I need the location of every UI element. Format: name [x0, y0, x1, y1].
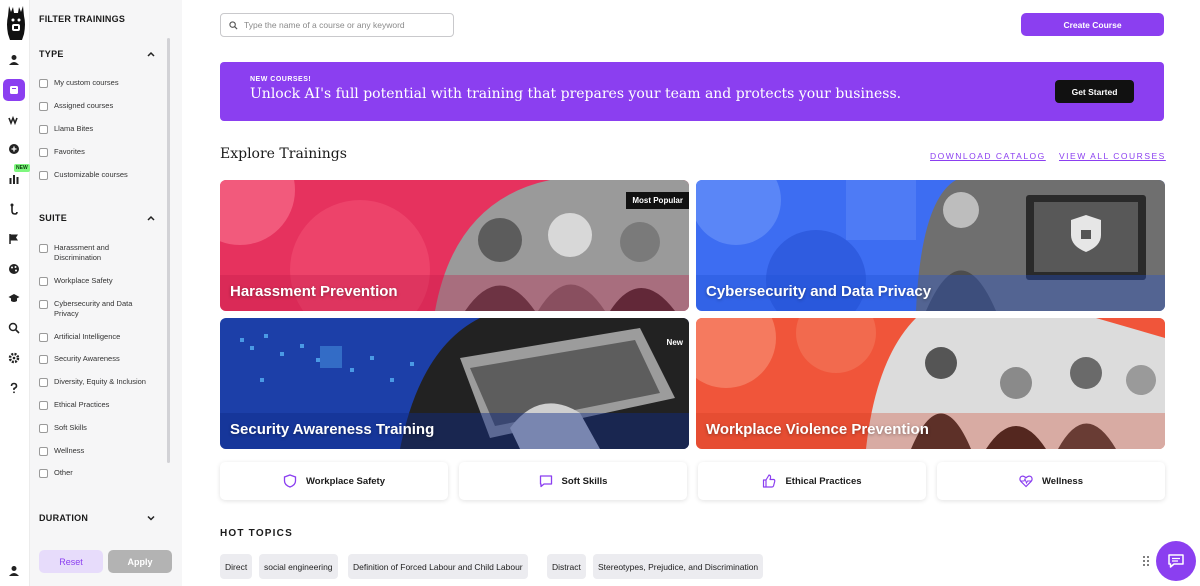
flag-icon[interactable] [3, 228, 25, 250]
checkbox[interactable] [39, 333, 48, 342]
filter-option-cybersecurity[interactable]: Cybersecurity and Data Privacy [39, 299, 159, 319]
type-section-heading[interactable]: TYPE [39, 49, 159, 59]
banner-text: Unlock AI's full potential with training… [250, 86, 902, 102]
heart-pulse-icon [1019, 475, 1033, 488]
chevron-up-icon[interactable] [146, 213, 156, 223]
category-soft-skills[interactable]: Soft Skills [459, 462, 687, 500]
filter-option-ai[interactable]: Artificial Intelligence [39, 332, 159, 342]
card-title: Workplace Violence Prevention [706, 421, 929, 438]
filter-option-assigned-courses[interactable]: Assigned courses [39, 101, 159, 111]
hot-topic-tag[interactable]: Direct [220, 554, 253, 579]
hot-topic-tag[interactable]: Definition of Forced Labour and Child La… [348, 554, 528, 579]
checkbox[interactable] [39, 277, 48, 286]
filter-option-customizable-courses[interactable]: Customizable courses [39, 170, 159, 180]
search-icon [229, 20, 238, 30]
banner-kicker: NEW COURSES! [250, 76, 312, 83]
courses-icon[interactable] [3, 79, 25, 101]
filter-option-favorites[interactable]: Favorites [39, 147, 159, 157]
graduation-icon[interactable] [3, 287, 25, 309]
add-icon[interactable] [3, 138, 25, 160]
llama-logo-icon[interactable] [3, 4, 29, 42]
filter-option-dei[interactable]: Diversity, Equity & Inclusion [39, 377, 159, 387]
get-started-button[interactable]: Get Started [1055, 80, 1134, 103]
course-card-security-awareness[interactable]: New Security Awareness Training [220, 318, 689, 449]
chevron-up-icon[interactable] [146, 49, 156, 59]
create-course-button[interactable]: Create Course [1021, 13, 1164, 36]
course-card-harassment[interactable]: Most Popular Harassment Prevention [220, 180, 689, 311]
view-all-courses-link[interactable]: VIEW ALL COURSES [1059, 151, 1166, 161]
filter-option-soft-skills[interactable]: Soft Skills [39, 423, 159, 433]
suite-section-heading[interactable]: SUITE [39, 213, 159, 223]
card-title: Cybersecurity and Data Privacy [706, 283, 932, 300]
checkbox[interactable] [39, 171, 48, 180]
chevron-down-icon[interactable] [146, 513, 156, 523]
category-workplace-safety[interactable]: Workplace Safety [220, 462, 448, 500]
filter-option-security-awareness[interactable]: Security Awareness [39, 354, 159, 364]
help-icon[interactable] [3, 377, 25, 399]
drag-handle-icon[interactable] [1142, 555, 1150, 567]
checkbox[interactable] [39, 79, 48, 88]
checkbox[interactable] [39, 447, 48, 456]
icon-rail: NEW [0, 0, 30, 586]
checkbox[interactable] [39, 355, 48, 364]
card-title: Harassment Prevention [230, 283, 398, 300]
hot-topics-title: HOT TOPICS [220, 528, 293, 539]
new-badge: New [666, 338, 683, 347]
llama-bites-icon[interactable] [3, 109, 25, 131]
filter-panel: FILTER TRAININGS TYPE My custom courses … [30, 0, 182, 586]
filter-title: FILTER TRAININGS [39, 14, 126, 24]
thumbs-up-icon [763, 474, 776, 488]
checkbox[interactable] [39, 300, 48, 309]
filter-option-wellness[interactable]: Wellness [39, 446, 159, 456]
most-popular-badge: Most Popular [626, 192, 689, 209]
search-input[interactable] [244, 20, 444, 30]
filter-option-harassment[interactable]: Harassment and Discrimination [39, 243, 159, 263]
palette-icon[interactable] [3, 258, 25, 280]
filter-scrollbar[interactable] [167, 38, 170, 463]
settings-icon[interactable] [3, 347, 25, 369]
checkbox[interactable] [39, 378, 48, 387]
chat-bubble-icon [539, 475, 552, 488]
hot-topic-tag[interactable]: social engineering [259, 554, 338, 579]
profile-avatar-icon[interactable] [3, 560, 25, 582]
filter-option-my-custom-courses[interactable]: My custom courses [39, 78, 159, 88]
search-icon[interactable] [3, 317, 25, 339]
category-ethical-practices[interactable]: Ethical Practices [698, 462, 926, 500]
filter-option-other[interactable]: Other [39, 468, 159, 478]
checkbox[interactable] [39, 244, 48, 253]
new-badge: NEW [14, 164, 30, 172]
card-title: Security Awareness Training [230, 421, 435, 438]
checkbox[interactable] [39, 125, 48, 134]
reset-button[interactable]: Reset [39, 550, 103, 573]
checkbox[interactable] [39, 424, 48, 433]
duration-section-heading[interactable]: DURATION [39, 513, 159, 523]
download-catalog-link[interactable]: DOWNLOAD CATALOG [930, 151, 1046, 161]
shield-icon [283, 474, 297, 488]
filter-option-ethical-practices[interactable]: Ethical Practices [39, 400, 159, 410]
checkbox[interactable] [39, 469, 48, 478]
promo-banner: NEW COURSES! Unlock AI's full potential … [220, 62, 1164, 121]
category-wellness[interactable]: Wellness [937, 462, 1165, 500]
checkbox[interactable] [39, 148, 48, 157]
checkbox[interactable] [39, 401, 48, 410]
hot-topic-tag[interactable]: Stereotypes, Prejudice, and Discriminati… [593, 554, 764, 579]
hot-topic-tag[interactable]: Distract [547, 554, 586, 579]
apply-button[interactable]: Apply [108, 550, 172, 573]
learning-path-icon[interactable] [3, 198, 25, 220]
filter-option-workplace-safety[interactable]: Workplace Safety [39, 276, 159, 286]
explore-title: Explore Trainings [220, 146, 347, 162]
chat-icon [1168, 554, 1184, 568]
user-icon[interactable] [3, 49, 25, 71]
checkbox[interactable] [39, 102, 48, 111]
course-card-workplace-violence[interactable]: Workplace Violence Prevention [696, 318, 1165, 449]
course-card-cybersecurity[interactable]: Cybersecurity and Data Privacy [696, 180, 1165, 311]
search-bar[interactable] [220, 13, 454, 37]
chat-button[interactable] [1156, 541, 1196, 581]
filter-option-llama-bites[interactable]: Llama Bites [39, 124, 159, 134]
